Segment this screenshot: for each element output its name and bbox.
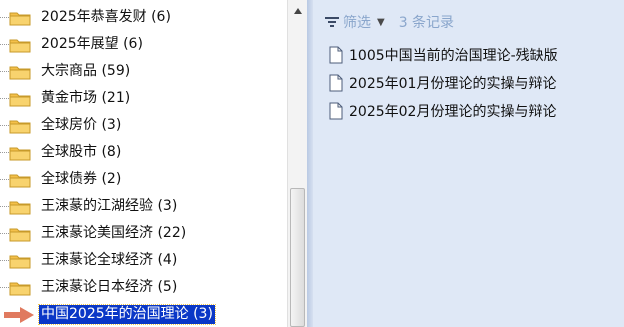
tree-connector (0, 17, 9, 18)
record-count: 3 条记录 (398, 15, 455, 31)
tree-connector (0, 125, 9, 126)
document-item[interactable]: 1005中国当前的治国理论-残缺版 (329, 43, 558, 67)
document-item[interactable]: 2025年01月份理论的实操与辩论 (329, 71, 556, 95)
tree-item-gold-market[interactable]: 黄金市场 (21) (0, 85, 287, 112)
folder-icon (9, 147, 31, 161)
folder-icon (9, 228, 31, 242)
document-icon (329, 102, 343, 120)
scroll-up-arrow-icon (294, 8, 302, 14)
tree-item-label: 全球债券 (2) (41, 171, 122, 187)
tree-item-global-stocks[interactable]: 全球股市 (8) (0, 139, 287, 166)
scroll-up-button[interactable] (288, 0, 308, 22)
tree-item-japan-economy[interactable]: 王涑蒃论日本经济 (5) (0, 274, 287, 301)
filter-bar[interactable]: 筛选 ▼ 3 条记录 (325, 10, 454, 34)
tree-item-us-economy[interactable]: 王涑蒃论美国经济 (22) (0, 220, 287, 247)
folder-icon (9, 174, 31, 188)
tree-connector (0, 287, 9, 288)
tree-item-label: 2025年恭喜发财 (6) (41, 9, 171, 25)
folder-icon (9, 255, 31, 269)
tree-item-label: 王涑蒃的江湖经验 (3) (41, 198, 178, 214)
folder-icon (9, 12, 31, 26)
tree-item-label: 中国2025年的治国理论 (3) (38, 304, 216, 325)
tree-item-label: 2025年展望 (6) (41, 36, 143, 52)
document-list-pane: 筛选 ▼ 3 条记录 1005中国当前的治国理论-残缺版 2025年01月份理论… (313, 0, 624, 327)
tree-connector (0, 233, 9, 234)
tree-item-label: 全球房价 (3) (41, 117, 122, 133)
folder-icon (9, 39, 31, 53)
tree-item-global-bonds[interactable]: 全球债券 (2) (0, 166, 287, 193)
tree-item-jianghu-experience[interactable]: 王涑蒃的江湖经验 (3) (0, 193, 287, 220)
folder-icon (9, 282, 31, 296)
scroll-thumb[interactable] (290, 188, 305, 327)
tree-item-global-economy[interactable]: 王涑蒃论全球经济 (4) (0, 247, 287, 274)
red-arrow-pointer-icon (4, 307, 34, 323)
tree-item-china-governance[interactable]: 中国2025年的治国理论 (3) (0, 301, 287, 327)
document-title: 2025年02月份理论的实操与辩论 (349, 104, 557, 120)
tree-item-label: 王涑蒃论美国经济 (22) (41, 225, 187, 241)
tree-connector (0, 206, 9, 207)
document-icon (329, 46, 343, 64)
tree-item-label: 黄金市场 (21) (41, 90, 131, 106)
document-item[interactable]: 2025年02月份理论的实操与辩论 (329, 99, 556, 123)
tree-connector (0, 152, 9, 153)
tree-connector (0, 98, 9, 99)
folder-icon (9, 66, 31, 80)
tree-item-label: 大宗商品 (59) (41, 63, 131, 79)
folder-icon (9, 120, 31, 134)
chevron-down-icon[interactable]: ▼ (377, 17, 385, 28)
tree-item-label: 王涑蒃论日本经济 (5) (41, 279, 178, 295)
document-icon (329, 74, 343, 92)
filter-label[interactable]: 筛选 (343, 12, 371, 32)
document-title: 2025年01月份理论的实操与辩论 (349, 76, 557, 92)
tree-item-2025-congrats[interactable]: 2025年恭喜发财 (6) (0, 4, 287, 31)
tree-connector (0, 71, 9, 72)
tree-item-2025-outlook[interactable]: 2025年展望 (6) (0, 31, 287, 58)
tree-item-label: 全球股市 (8) (41, 144, 122, 160)
folder-icon (9, 201, 31, 215)
tree-item-label: 王涑蒃论全球经济 (4) (41, 252, 178, 268)
tree-connector (0, 179, 9, 180)
filter-icon (325, 17, 339, 27)
document-title: 1005中国当前的治国理论-残缺版 (349, 48, 558, 64)
tree-connector (0, 44, 9, 45)
tree-scrollbar[interactable] (287, 0, 308, 327)
tree-item-commodities[interactable]: 大宗商品 (59) (0, 58, 287, 85)
folder-icon (9, 93, 31, 107)
tree-connector (0, 260, 9, 261)
folder-tree: 2025年恭喜发财 (6) 2025年展望 (6) 大宗商品 (59) 黄金市场… (0, 0, 287, 327)
tree-item-global-housing[interactable]: 全球房价 (3) (0, 112, 287, 139)
